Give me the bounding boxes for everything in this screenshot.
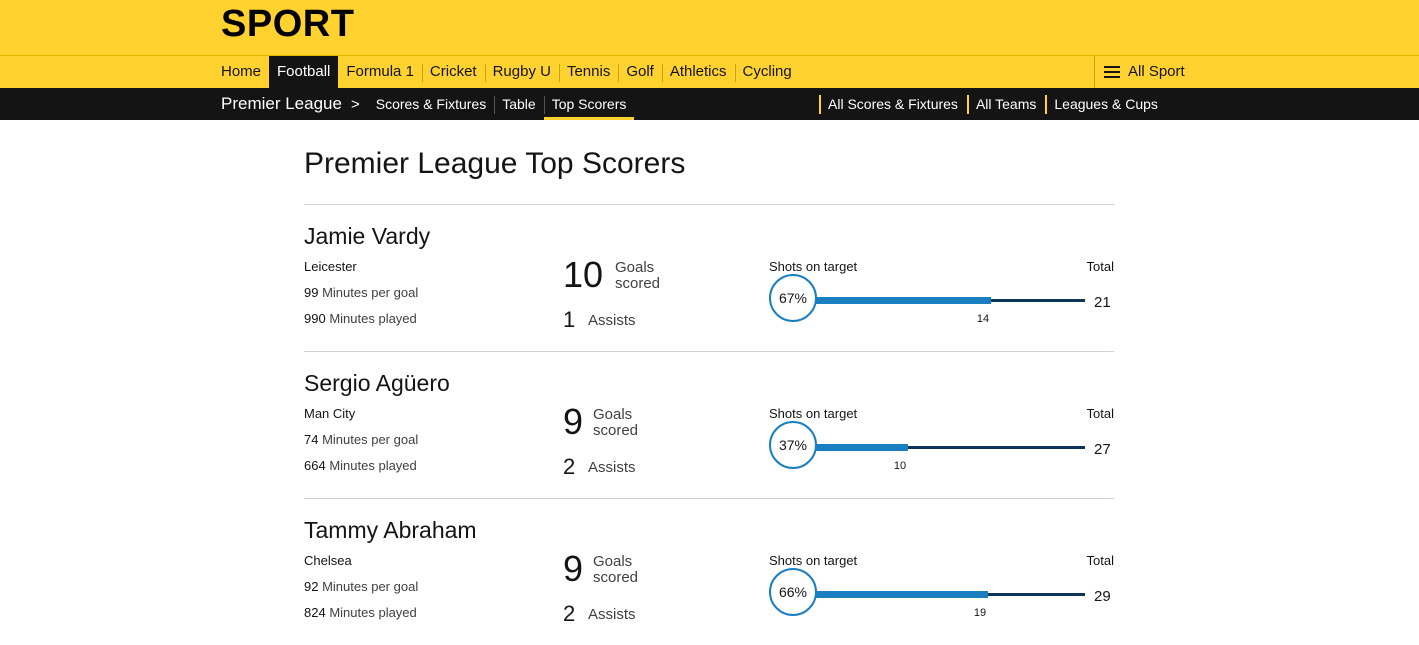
breadcrumb-premier-league[interactable]: Premier League: [221, 94, 342, 114]
goals-label-line2: scored: [593, 422, 639, 439]
shots-on-target-value: 10: [893, 460, 907, 472]
shots-on-target-percent: 67%: [769, 274, 817, 322]
shots-on-target-label: Shots on target: [769, 259, 858, 274]
shots-bar-fill: [804, 591, 988, 598]
assists-value: 2: [563, 601, 576, 626]
shots-on-target-label: Shots on target: [769, 406, 858, 421]
assists-value: 2: [563, 454, 576, 479]
total-label: Total: [1086, 553, 1114, 568]
minutes-played-value: 990: [304, 311, 326, 326]
total-label: Total: [1086, 406, 1114, 421]
shots-total-value: 27: [1094, 441, 1111, 458]
minutes-played: 824 Minutes played: [304, 605, 417, 620]
minutes-per-goal: 92 Minutes per goal: [304, 579, 418, 594]
goals-label-line2: scored: [593, 569, 639, 586]
player-team: Man City: [304, 406, 356, 421]
player-name[interactable]: Jamie Vardy: [304, 223, 430, 250]
nav-item-tennis[interactable]: Tennis: [558, 56, 618, 88]
assists-label: Assists: [588, 606, 636, 623]
minutes-played-value: 664: [304, 458, 326, 473]
minutes-played: 664 Minutes played: [304, 458, 417, 473]
goals-label: Goals scored: [593, 407, 638, 439]
assists-value: 1: [563, 307, 576, 332]
goals-label-line2: scored: [615, 275, 661, 292]
nav-item-rugby-union[interactable]: Rugby U: [484, 56, 559, 88]
minutes-played-label: Minutes played: [329, 311, 417, 326]
nav-item-formula-1[interactable]: Formula 1: [338, 56, 422, 88]
total-label: Total: [1086, 259, 1114, 274]
shots-total-value: 21: [1094, 294, 1111, 311]
minutes-played-value: 824: [304, 605, 326, 620]
primary-nav-items: Home Football Formula 1 Cricket Rugby U …: [213, 56, 800, 88]
assists-label: Assists: [588, 312, 636, 329]
goals-label-line1: Goals: [615, 259, 655, 276]
goals-value: 10: [563, 254, 604, 295]
link-all-scores-fixtures[interactable]: All Scores & Fixtures: [819, 88, 967, 120]
shots-on-target-percent: 66%: [769, 568, 817, 616]
minutes-per-goal-label: Minutes per goal: [322, 579, 419, 594]
page-title: Premier League Top Scorers: [304, 147, 686, 180]
minutes-per-goal: 99 Minutes per goal: [304, 285, 418, 300]
subnav-right-links: All Scores & Fixtures All Teams Leagues …: [819, 88, 1167, 120]
tab-table[interactable]: Table: [494, 88, 543, 120]
main-content: Premier League Top Scorers Jamie Vardy L…: [304, 120, 1114, 645]
nav-item-golf[interactable]: Golf: [618, 56, 662, 88]
link-leagues-cups[interactable]: Leagues & Cups: [1045, 88, 1167, 120]
goals-label-line1: Goals: [593, 406, 633, 423]
player-row: Jamie Vardy Leicester 99 Minutes per goa…: [304, 204, 1114, 351]
goals-label: Goals scored: [615, 260, 660, 292]
nav-item-cycling[interactable]: Cycling: [734, 56, 800, 88]
shots-bar-fill: [804, 444, 908, 451]
minutes-per-goal-value: 92: [304, 579, 319, 594]
minutes-played: 990 Minutes played: [304, 311, 417, 326]
brand-row: SPORT: [0, 0, 1419, 56]
player-team: Chelsea: [304, 553, 352, 568]
minutes-per-goal-value: 74: [304, 432, 319, 447]
minutes-per-goal-label: Minutes per goal: [322, 432, 419, 447]
player-team: Leicester: [304, 259, 357, 274]
nav-item-football[interactable]: Football: [269, 56, 339, 88]
assists-label: Assists: [588, 459, 636, 476]
player-name[interactable]: Sergio Agüero: [304, 370, 450, 397]
all-sport-label: All Sport: [1128, 63, 1185, 80]
tab-scores-fixtures[interactable]: Scores & Fixtures: [368, 88, 494, 120]
goals-value: 9: [563, 548, 584, 589]
minutes-per-goal-label: Minutes per goal: [322, 285, 419, 300]
player-row: Sergio Agüero Man City 74 Minutes per go…: [304, 351, 1114, 498]
shots-on-target-percent: 37%: [769, 421, 817, 469]
shots-on-target-label: Shots on target: [769, 553, 858, 568]
player-name[interactable]: Tammy Abraham: [304, 517, 477, 544]
tab-top-scorers[interactable]: Top Scorers: [543, 88, 635, 120]
minutes-per-goal-value: 99: [304, 285, 319, 300]
goals-label-line1: Goals: [593, 553, 633, 570]
secondary-nav: Premier League > Scores & Fixtures Table…: [0, 88, 1419, 120]
minutes-per-goal: 74 Minutes per goal: [304, 432, 418, 447]
top-scorers-list: Jamie Vardy Leicester 99 Minutes per goa…: [304, 204, 1114, 645]
shots-on-target-value: 19: [973, 607, 987, 619]
shots-bar-fill: [804, 297, 991, 304]
minutes-played-label: Minutes played: [329, 458, 417, 473]
minutes-played-label: Minutes played: [329, 605, 417, 620]
shots-total-value: 29: [1094, 588, 1111, 605]
subnav-items: Scores & Fixtures Table Top Scorers: [368, 88, 635, 120]
menu-icon: [1104, 66, 1120, 78]
nav-item-cricket[interactable]: Cricket: [421, 56, 485, 88]
nav-item-athletics[interactable]: Athletics: [661, 56, 735, 88]
shots-on-target-value: 14: [976, 313, 990, 325]
link-all-teams[interactable]: All Teams: [966, 88, 1045, 120]
goals-label: Goals scored: [593, 554, 638, 586]
player-row: Tammy Abraham Chelsea 92 Minutes per goa…: [304, 498, 1114, 645]
sport-logo[interactable]: SPORT: [221, 3, 354, 46]
breadcrumb: Premier League > Scores & Fixtures Table…: [221, 88, 635, 120]
all-sport-button[interactable]: All Sport: [1094, 56, 1190, 88]
goals-value: 9: [563, 401, 584, 442]
chevron-right-icon: >: [350, 95, 360, 113]
primary-nav: Home Football Formula 1 Cricket Rugby U …: [0, 56, 1419, 88]
nav-item-home[interactable]: Home: [213, 56, 269, 88]
masthead: SPORT Home Football Formula 1 Cricket Ru…: [0, 0, 1419, 88]
